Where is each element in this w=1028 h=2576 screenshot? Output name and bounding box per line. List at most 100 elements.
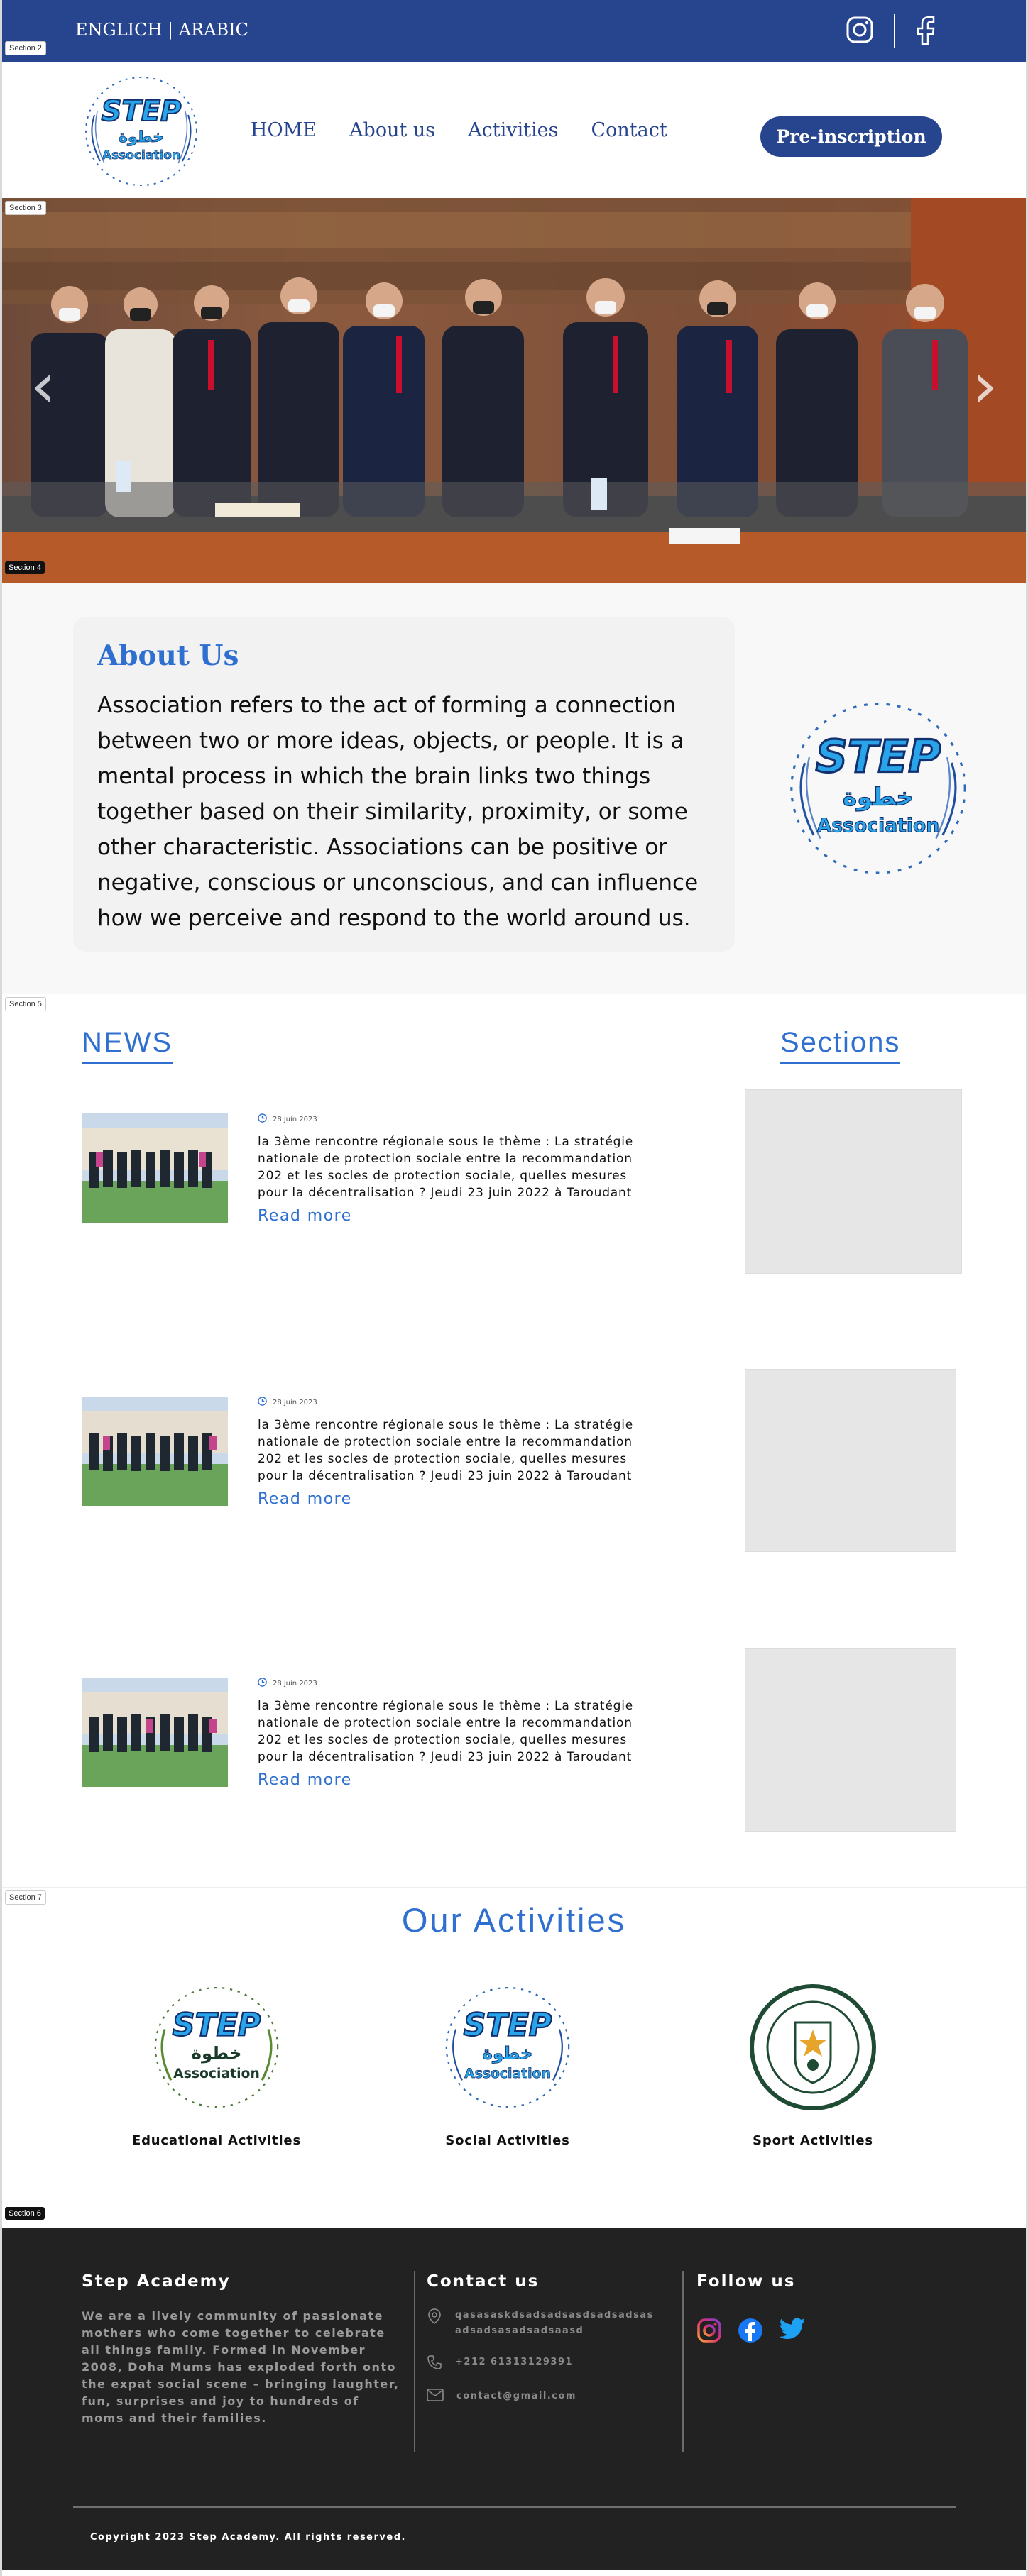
- main-nav: HOME About us Activities Contact: [251, 119, 667, 141]
- social-divider: [894, 14, 895, 48]
- svg-text:STEP: STEP: [173, 2007, 261, 2043]
- news-date-text: 28 juin 2023: [273, 1679, 317, 1688]
- activity-card[interactable]: STEP خطوة Association Social Activities: [401, 1980, 614, 2148]
- activity-label: Sport Activities: [753, 2133, 873, 2148]
- section-tag: Section 4: [5, 561, 45, 574]
- section-tag: Section 7: [5, 1890, 46, 1905]
- facebook-icon[interactable]: [915, 14, 936, 48]
- svg-text:Association: Association: [817, 815, 939, 837]
- news-thumbnail[interactable]: [82, 1113, 228, 1223]
- about-card: About Us Association refers to the act o…: [73, 617, 735, 952]
- activity-card[interactable]: STEP خطوة Association Educational Activi…: [110, 1980, 323, 2148]
- footer-email-text[interactable]: contact@gmail.com: [456, 2389, 576, 2404]
- phone-icon: [427, 2355, 442, 2373]
- footer-social-links: [696, 2318, 806, 2346]
- read-more-link[interactable]: Read more: [258, 1207, 352, 1225]
- nav-contact[interactable]: Contact: [591, 119, 667, 141]
- section-card[interactable]: [745, 1369, 956, 1552]
- about-logo: STEP خطوة Association: [782, 696, 975, 881]
- section-card[interactable]: [745, 1648, 956, 1832]
- footer-divider: [682, 2271, 684, 2452]
- footer-follow: Follow us: [696, 2272, 806, 2346]
- svg-text:STEP: STEP: [464, 2007, 552, 2043]
- news-date-text: 28 juin 2023: [273, 1115, 317, 1123]
- activity-label: Social Activities: [445, 2133, 570, 2148]
- activities-title: Our Activities: [401, 1901, 627, 1939]
- twitter-icon[interactable]: [779, 2318, 806, 2346]
- chevron-right-icon[interactable]: ›: [972, 354, 997, 418]
- site-logo[interactable]: STEP خطوة Association: [80, 72, 202, 190]
- activities-section: Section 7 Our Activities STEP خطوة Assoc…: [2, 1887, 1026, 2228]
- main-header: STEP خطوة Association HOME About us Acti…: [2, 62, 1026, 197]
- footer-divider: [414, 2271, 415, 2452]
- svg-text:خطوة: خطوة: [483, 2043, 533, 2064]
- news-date: 28 juin 2023: [258, 1113, 655, 1125]
- logo-arabic: خطوة: [119, 128, 164, 146]
- news-text: la 3ème rencontre régionale sous le thèm…: [258, 1418, 633, 1483]
- news-date: 28 juin 2023: [258, 1678, 655, 1689]
- read-more-link[interactable]: Read more: [258, 1771, 352, 1789]
- footer-brand-text: We are a lively community of passionate …: [82, 2309, 400, 2425]
- about-title: About Us: [97, 639, 239, 672]
- mail-icon: [427, 2389, 444, 2404]
- instagram-icon[interactable]: [696, 2318, 722, 2346]
- footer-phone: +212 61313129391: [427, 2355, 661, 2373]
- news-item: 28 juin 2023 la 3ème rencontre régionale…: [82, 1113, 664, 1255]
- news-item: 28 juin 2023 la 3ème rencontre régionale…: [82, 1678, 664, 1820]
- hero-slider: Section 3 ‹ ›: [2, 198, 1026, 583]
- footer-contact-title: Contact us: [427, 2272, 540, 2291]
- news-thumbnail[interactable]: [82, 1678, 228, 1787]
- clock-icon: [258, 1678, 267, 1689]
- educational-logo: STEP خطوة Association: [149, 1980, 284, 2115]
- location-pin-icon: [427, 2308, 442, 2328]
- logo-subtext: Association: [102, 148, 180, 163]
- pre-inscription-button[interactable]: Pre-inscription: [760, 116, 942, 157]
- news-item: 28 juin 2023 la 3ème rencontre régionale…: [82, 1397, 664, 1539]
- activity-label: Educational Activities: [132, 2133, 301, 2148]
- site-footer: Section 6 Step Academy We are a lively c…: [2, 2207, 1026, 2570]
- news-date: 28 juin 2023: [258, 1397, 655, 1408]
- nav-activities[interactable]: Activities: [468, 119, 558, 141]
- hero-image: [2, 198, 1026, 583]
- svg-text:Association: Association: [464, 2066, 551, 2081]
- news-text: la 3ème rencontre régionale sous le thèm…: [258, 1135, 633, 1200]
- facebook-icon[interactable]: [738, 2318, 763, 2346]
- language-switcher[interactable]: ENGLICH | ARABIC: [75, 20, 248, 40]
- activity-card[interactable]: Sport Activities: [706, 1980, 919, 2148]
- svg-text:STEP: STEP: [816, 731, 941, 783]
- logo-text: STEP: [102, 95, 182, 128]
- section-tag: Section 6: [5, 2207, 45, 2220]
- footer-separator: [73, 2506, 956, 2508]
- top-social-links: [846, 14, 936, 48]
- footer-brand-title: Step Academy: [82, 2272, 231, 2291]
- copyright-text: Copyright 2023 Step Academy. All rights …: [90, 2532, 406, 2543]
- about-section: Section 4 About Us Association refers to…: [2, 561, 1026, 994]
- news-heading: NEWS: [82, 1027, 173, 1064]
- nav-home[interactable]: HOME: [251, 119, 317, 141]
- page: Section 2 ENGLICH | ARABIC STEP خطوة Ass…: [0, 0, 1028, 2576]
- read-more-link[interactable]: Read more: [258, 1490, 352, 1508]
- chevron-left-icon[interactable]: ‹: [31, 354, 56, 418]
- section-tag: Section 2: [5, 41, 46, 55]
- news-text: la 3ème rencontre régionale sous le thèm…: [258, 1699, 633, 1764]
- about-text: Association refers to the act of forming…: [97, 693, 699, 931]
- sections-heading: Sections: [780, 1027, 901, 1064]
- social-logo: STEP خطوة Association: [440, 1980, 575, 2115]
- footer-contact: Contact us qasasaskdsadsadsasdsadsadsasa…: [427, 2272, 661, 2420]
- svg-text:خطوة: خطوة: [192, 2043, 242, 2064]
- svg-text:خطوة: خطوة: [843, 783, 914, 811]
- instagram-icon[interactable]: [846, 16, 874, 47]
- sport-logo: [745, 1980, 880, 2115]
- nav-about-us[interactable]: About us: [349, 119, 435, 141]
- footer-follow-title: Follow us: [696, 2272, 796, 2291]
- clock-icon: [258, 1397, 267, 1408]
- footer-phone-text[interactable]: +212 61313129391: [455, 2355, 573, 2370]
- footer-email: contact@gmail.com: [427, 2389, 661, 2404]
- section-tag: Section 3: [5, 201, 46, 215]
- news-section: Section 5 NEWS Sections 28 juin 2023 la: [2, 994, 1026, 1887]
- news-thumbnail[interactable]: [82, 1397, 228, 1506]
- section-card[interactable]: [745, 1089, 962, 1274]
- section-tag: Section 5: [5, 997, 46, 1011]
- footer-about: Step Academy We are a lively community o…: [82, 2272, 401, 2427]
- top-bar: Section 2 ENGLICH | ARABIC: [2, 0, 1026, 62]
